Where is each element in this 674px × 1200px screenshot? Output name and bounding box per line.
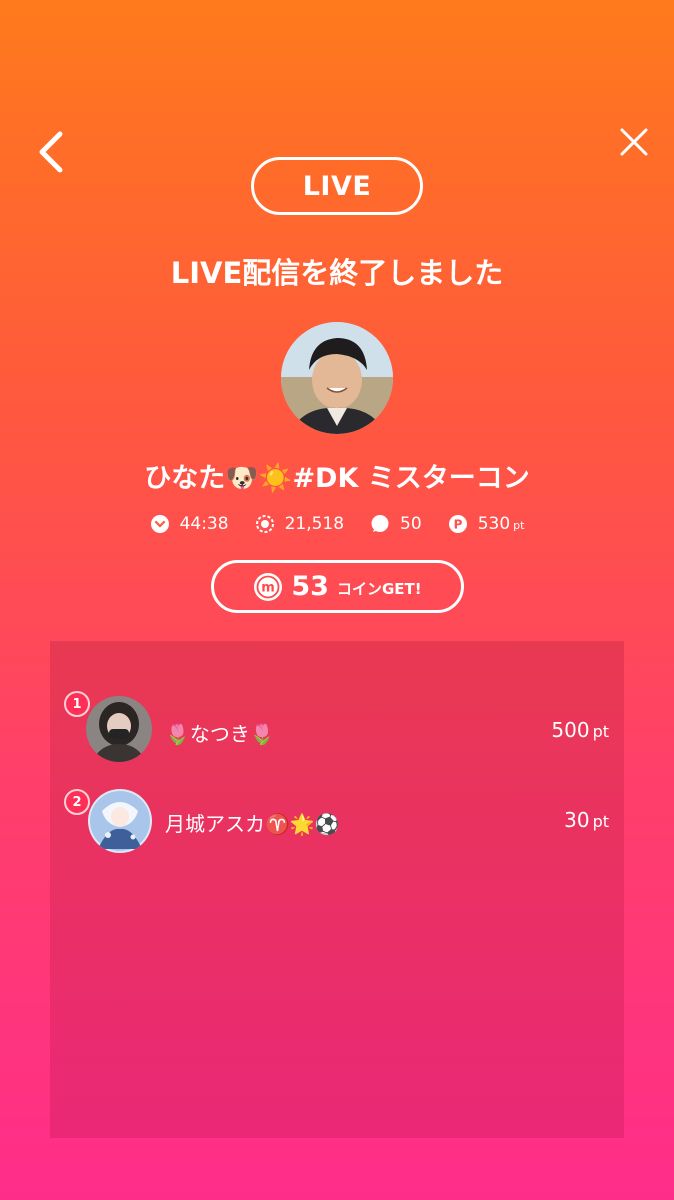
page-title: LIVE配信を終了しました — [170, 256, 504, 290]
svg-text:m: m — [262, 580, 276, 595]
ranking-name: 月城アスカ♈️🌟⚽️ — [165, 812, 340, 836]
streamer-avatar[interactable] — [281, 322, 393, 434]
ranking-row[interactable]: 2 月城アスカ♈️🌟⚽️ 30 pt — [50, 789, 624, 869]
svg-text:P: P — [453, 518, 462, 532]
comments-value: 50 — [400, 514, 422, 534]
clock-chevron-icon — [150, 515, 169, 533]
coin-icon: m — [254, 572, 283, 601]
ranking-points: 500 pt — [551, 718, 609, 742]
ranking-points-value: 500 — [551, 718, 590, 742]
ranking-row[interactable]: 1 🌷なつき🌷 500 pt — [50, 691, 624, 771]
points-stat: P 530 pt — [448, 514, 525, 534]
supporter-ranking-panel: 1 🌷なつき🌷 500 pt 2 月城アスカ♈️🌟⚽️ 30 pt — [50, 641, 624, 1138]
coin-reward-badge: m 53 コインGET! — [211, 560, 464, 613]
close-icon[interactable] — [612, 120, 656, 164]
avatar[interactable] — [88, 789, 152, 853]
avatar[interactable] — [86, 696, 152, 762]
viewers-value: 21,518 — [284, 514, 345, 534]
ranking-points-unit: pt — [592, 722, 609, 741]
coin-amount: 53 — [291, 571, 329, 602]
ranking-points-unit: pt — [592, 812, 609, 831]
points-value: 530 — [477, 514, 511, 534]
viewers-stat: 21,518 — [255, 514, 344, 534]
stats-bar: 44:38 21,518 50 P 530 pt — [0, 514, 674, 534]
live-badge-label: LIVE — [302, 170, 372, 202]
coin-suffix: コインGET! — [336, 580, 422, 598]
rank-badge: 2 — [64, 789, 90, 815]
duration-value: 44:38 — [179, 514, 229, 534]
viewers-icon — [255, 515, 274, 533]
ranking-name: 🌷なつき🌷 — [165, 722, 275, 746]
ranking-points: 30 pt — [564, 808, 609, 832]
points-icon: P — [448, 515, 467, 533]
duration-stat: 44:38 — [150, 514, 229, 534]
points-unit: pt — [513, 519, 525, 532]
live-badge: LIVE — [251, 157, 423, 215]
chevron-left-icon[interactable] — [34, 128, 74, 176]
streamer-name: ひなた🐶☀️#DK ミスターコン — [144, 463, 530, 494]
comments-stat: 50 — [370, 514, 422, 534]
ranking-points-value: 30 — [564, 808, 590, 832]
rank-badge: 1 — [64, 691, 90, 717]
comment-bubble-icon — [371, 515, 389, 532]
